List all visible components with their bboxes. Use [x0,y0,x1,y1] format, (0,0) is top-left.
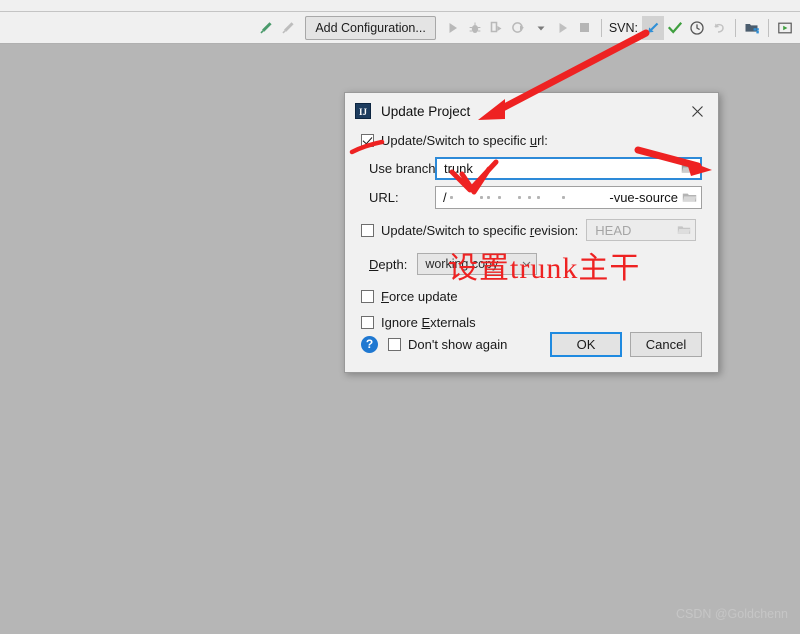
dialog-titlebar: IJ Update Project [345,93,718,129]
dialog-title: Update Project [381,103,471,119]
dont-show-again-checkbox[interactable] [388,337,401,351]
profile-icon-svg [512,22,525,33]
dont-show-again-row[interactable]: Don't show again [388,333,542,355]
update-switch-url-checkbox[interactable] [361,133,374,147]
chevron-down-icon-depth-svg [522,261,531,267]
update-switch-url-label: Update/Switch to specific url: [381,133,548,148]
toolbar-separator-2 [735,18,736,37]
update-switch-url-label-prefix: Update/Switch to specific [381,132,530,148]
dont-show-again-label: Don't show again [408,336,508,352]
attach-run-icon-svg [559,22,567,33]
url-value-tail: -vue-source [609,190,678,205]
help-icon[interactable]: ? [361,335,378,353]
stop-icon-svg [580,23,590,32]
folder-browse-icon-revision-svg [678,226,691,234]
svn-rollback-icon-svg [714,23,724,33]
update-switch-url-label-mnemonic: u [529,132,538,148]
depth-value: working copy [425,257,499,271]
depth-label-mnemonic: D [369,256,379,272]
url-label: URL: [369,190,399,205]
preview-icon-svg [778,22,792,33]
add-configuration-label: Add Configuration... [315,20,426,35]
toolbar-separator-3 [768,18,769,37]
force-update-label-suffix: orce update [388,288,458,304]
run-icon-svg [449,22,457,33]
attach-run-icon[interactable] [552,16,574,40]
preview-icon[interactable] [774,16,796,40]
folder-browse-icon-svg [681,164,696,173]
build-hammer-icon-svg [260,21,272,33]
main-toolbar: Add Configuration... SVN: [0,12,800,44]
stop-icon[interactable] [574,16,596,40]
folder-browse-icon-revision [677,224,691,236]
revision-input: HEAD [586,219,697,241]
svn-update-icon-svg [648,22,659,33]
project-structure-icon-svg [745,23,759,33]
update-switch-revision-checkbox[interactable] [361,223,374,237]
run-icon[interactable] [442,16,464,40]
svn-label: SVN: [608,20,638,35]
svn-history-icon-svg [690,20,704,35]
build-hammer-disabled-icon[interactable] [277,16,299,40]
chevron-down-icon-svg [537,26,545,30]
svn-rollback-icon[interactable] [708,16,730,40]
force-update-label-mnemonic: F [381,288,389,304]
build-hammer-icon[interactable] [255,16,277,40]
update-switch-revision-label-prefix: Update/Switch to specific [381,222,530,238]
add-configuration-button[interactable]: Add Configuration... [305,15,436,40]
chevron-down-icon-depth [522,257,531,271]
svn-update-icon[interactable] [642,15,664,40]
dialog-body: Update/Switch to specific url: Use branc… [345,129,718,333]
use-branch-row: Use branch: trunk [361,157,702,180]
ide-menu-strip [0,0,800,12]
intellij-app-icon: IJ [355,103,371,119]
depth-label-suffix: epth: [378,256,408,272]
svn-commit-icon[interactable] [664,16,686,40]
toolbar-separator [600,18,602,37]
revision-value: HEAD [595,222,632,238]
url-value-prefix: / [443,190,447,205]
force-update-row[interactable]: Force update [361,285,702,307]
update-switch-url-label-suffix: rl: [537,132,548,148]
svn-history-icon[interactable] [686,16,708,40]
profile-icon[interactable] [508,16,530,40]
ok-button[interactable]: OK [550,331,622,357]
use-branch-input[interactable]: trunk [435,157,702,180]
run-with-coverage-icon[interactable] [486,16,508,40]
debug-icon[interactable] [464,16,486,40]
force-update-label: Force update [381,289,458,304]
update-switch-revision-label: Update/Switch to specific revision: [381,223,578,238]
use-branch-value: trunk [444,161,473,176]
close-icon[interactable] [676,94,718,128]
build-hammer-disabled-icon-svg [282,21,294,33]
project-structure-icon[interactable] [741,16,763,40]
dialog-footer: ? Don't show again OK Cancel [345,316,718,372]
force-update-checkbox[interactable] [361,289,374,303]
update-switch-url-row[interactable]: Update/Switch to specific url: [361,129,702,151]
run-with-coverage-icon-svg [491,21,502,33]
depth-label: Depth: [369,257,407,272]
url-input[interactable]: / -vue-source [435,186,702,209]
folder-browse-icon-url-svg [682,193,697,202]
depth-select[interactable]: working copy [417,253,538,275]
use-branch-label: Use branch: [369,161,440,176]
chevron-down-icon[interactable] [530,16,552,40]
close-icon-svg [691,105,703,117]
update-switch-revision-label-suffix: evision: [534,222,579,238]
depth-row: Depth: working copy [361,253,702,275]
csdn-watermark: CSDN @Goldchenn [675,607,788,621]
folder-browse-icon[interactable] [681,162,696,175]
update-switch-revision-row[interactable]: Update/Switch to specific revision: HEAD [361,219,702,241]
svn-commit-icon-svg [667,21,683,34]
update-project-dialog: IJ Update Project Update/Switch to speci… [344,92,719,373]
cancel-button[interactable]: Cancel [630,331,702,357]
url-row: URL: / -vue-source [361,186,702,209]
debug-icon-svg [469,22,481,33]
folder-browse-icon-url[interactable] [682,191,697,204]
